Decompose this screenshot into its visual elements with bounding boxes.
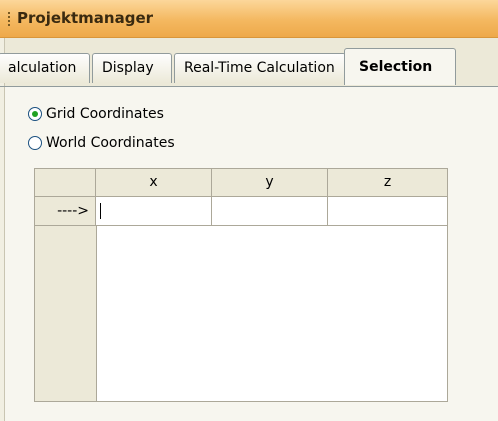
column-header-y[interactable]: y: [212, 169, 328, 197]
tab-selection[interactable]: Selection: [344, 48, 456, 85]
cell-z[interactable]: [328, 197, 447, 226]
cell-x[interactable]: [96, 197, 212, 226]
text-cursor: [100, 203, 101, 219]
column-header-z[interactable]: z: [328, 169, 447, 197]
tab-strip: alculation Display Real-Time Calculation…: [0, 44, 498, 110]
world-coordinates-radio[interactable]: [28, 136, 42, 150]
tab-real-time-calculation[interactable]: Real-Time Calculation: [174, 53, 346, 83]
grid-coordinates-option[interactable]: Grid Coordinates: [28, 104, 164, 124]
title-bar: Projektmanager: [0, 0, 498, 38]
tab-display[interactable]: Display: [92, 53, 172, 83]
grid-coordinates-label[interactable]: Grid Coordinates: [46, 106, 164, 122]
tab-calculation[interactable]: alculation: [0, 53, 90, 83]
world-coordinates-option[interactable]: World Coordinates: [28, 133, 175, 153]
cell-y[interactable]: [212, 197, 328, 226]
corner-header: [35, 169, 96, 197]
drag-grip-icon[interactable]: [8, 12, 11, 28]
coordinates-grid[interactable]: x y z ---->: [34, 168, 448, 402]
grid-coordinates-radio[interactable]: [28, 107, 42, 121]
window-title: Projektmanager: [17, 9, 154, 27]
world-coordinates-label[interactable]: World Coordinates: [46, 135, 175, 151]
column-header-x[interactable]: x: [96, 169, 212, 197]
row-header-current[interactable]: ---->: [35, 197, 96, 226]
